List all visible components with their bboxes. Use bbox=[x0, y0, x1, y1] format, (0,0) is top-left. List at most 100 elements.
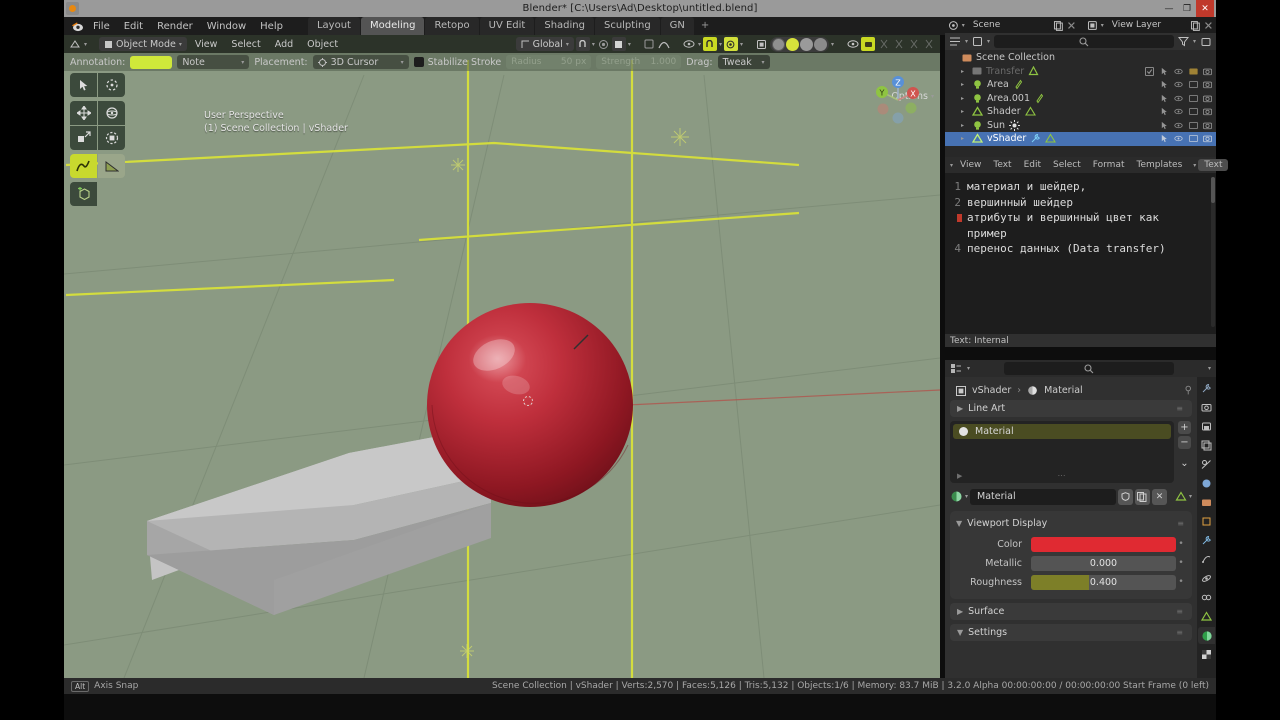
hide-eye-icon[interactable] bbox=[1174, 94, 1183, 103]
visibility-chevron-icon[interactable]: ▾ bbox=[698, 41, 701, 48]
selectable-cursor-icon[interactable] bbox=[1160, 121, 1169, 130]
scene-tab[interactable] bbox=[1198, 456, 1215, 473]
line-art-panel-header[interactable]: ▶ Line Art ≡ bbox=[950, 400, 1192, 417]
viewport-menu-select[interactable]: Select bbox=[225, 37, 266, 51]
scene-name-field[interactable]: Scene bbox=[967, 18, 1051, 32]
add-material-slot-button[interactable]: + bbox=[1178, 421, 1191, 434]
outliner-row-area-001[interactable]: ▸ Area.001 bbox=[945, 92, 1216, 106]
breadcrumb-object[interactable]: vShader bbox=[972, 385, 1011, 396]
text-editor-type-chevron-icon[interactable]: ▾ bbox=[950, 162, 953, 169]
text-datablock-name[interactable]: Text bbox=[1198, 159, 1229, 171]
annotation-layer-selector[interactable]: Note ▾ bbox=[177, 55, 250, 69]
shading-chevron-icon[interactable]: ▾ bbox=[831, 41, 834, 48]
editor-type-chevron-icon[interactable]: ▾ bbox=[84, 41, 87, 48]
expand-arrow-icon[interactable]: ▸ bbox=[961, 95, 968, 102]
drag-mode-selector[interactable]: Tweak ▾ bbox=[717, 55, 770, 69]
constraints-tab[interactable] bbox=[1198, 589, 1215, 606]
metallic-slider[interactable]: 0.000 bbox=[1031, 555, 1176, 571]
selectable-cursor-icon[interactable] bbox=[1160, 94, 1169, 103]
expand-arrow-icon[interactable]: ▸ bbox=[961, 108, 968, 115]
tool-tab[interactable] bbox=[1198, 380, 1215, 397]
modifier-tab[interactable] bbox=[1198, 532, 1215, 549]
mirror-x-icon[interactable] bbox=[611, 37, 626, 51]
collection-tab[interactable] bbox=[1198, 494, 1215, 511]
menu-help[interactable]: Help bbox=[253, 19, 290, 34]
disable-viewport-icon[interactable] bbox=[1188, 67, 1198, 76]
outliner-filter-chevron-icon[interactable]: ▾ bbox=[1193, 38, 1196, 45]
rendered-shading-icon[interactable] bbox=[813, 37, 827, 51]
text-menu-view[interactable]: View bbox=[955, 159, 986, 171]
disable-viewport-icon[interactable] bbox=[1188, 107, 1198, 116]
new-view-layer-icon[interactable] bbox=[1190, 20, 1201, 31]
close-button[interactable]: ✕ bbox=[1196, 0, 1214, 17]
properties-editor[interactable]: ▾ ▾ vShader › Material ⚲ ▶ Line Art ≡ Ma… bbox=[945, 360, 1216, 678]
disable-render-icon[interactable] bbox=[1203, 134, 1212, 143]
outliner-display-mode-icon[interactable] bbox=[949, 36, 961, 47]
navigation-gizmo[interactable]: Z Y X bbox=[869, 71, 927, 129]
new-scene-icon[interactable] bbox=[1053, 20, 1064, 31]
tweak-tool-button[interactable] bbox=[70, 73, 97, 97]
outliner-filter-id-icon[interactable] bbox=[972, 36, 983, 47]
proportional-edit-icon[interactable] bbox=[597, 37, 610, 51]
maximize-button[interactable]: ❐ bbox=[1178, 0, 1196, 17]
animate-color-icon[interactable]: • bbox=[1176, 539, 1186, 549]
disable-render-icon[interactable] bbox=[1203, 121, 1212, 130]
outliner-search-input[interactable] bbox=[994, 35, 1174, 48]
hide-eye-icon[interactable] bbox=[1174, 134, 1183, 143]
snap-during-transform-icon[interactable] bbox=[702, 37, 717, 51]
solid-shading-icon[interactable] bbox=[785, 37, 799, 51]
menu-file[interactable]: File bbox=[86, 19, 117, 34]
xray-toggle-icon[interactable] bbox=[755, 37, 768, 51]
preview-type-chevron-icon[interactable]: ▾ bbox=[1189, 493, 1192, 500]
vertex-select-icon[interactable] bbox=[877, 37, 890, 51]
snap2-chevron-icon[interactable]: ▾ bbox=[719, 41, 722, 48]
overlays-eye-icon[interactable] bbox=[846, 37, 859, 51]
curve-icon[interactable] bbox=[658, 37, 671, 51]
workspace-tab-sculpting[interactable]: Sculpting bbox=[594, 17, 660, 35]
viewport-menu-add[interactable]: Add bbox=[269, 37, 299, 51]
data-tab[interactable] bbox=[1198, 608, 1215, 625]
settings-panel-header[interactable]: ▼ Settings ≡ bbox=[950, 624, 1192, 641]
visibility-icon[interactable] bbox=[683, 37, 696, 51]
text-menu-edit[interactable]: Edit bbox=[1019, 159, 1046, 171]
duplicate-material-button[interactable] bbox=[1134, 488, 1150, 505]
object-mode-selector[interactable]: Object Mode ▾ bbox=[99, 37, 187, 51]
workspace-tab-layout[interactable]: Layout bbox=[307, 17, 360, 35]
workspace-tab-uv-edit[interactable]: UV Edit bbox=[479, 17, 535, 35]
selectable-cursor-icon[interactable] bbox=[1160, 80, 1169, 89]
render-tab[interactable] bbox=[1198, 399, 1215, 416]
disable-viewport-icon[interactable] bbox=[1188, 134, 1198, 143]
properties-options-chevron-icon[interactable]: ▾ bbox=[1208, 365, 1211, 372]
hide-eye-icon[interactable] bbox=[1174, 121, 1183, 130]
gizmo-toggle-icon[interactable] bbox=[861, 37, 875, 51]
outliner-row-transfer[interactable]: ▸ Transfer bbox=[945, 65, 1216, 79]
strength-field[interactable]: Strength 1.000 bbox=[596, 55, 682, 69]
mirror-chevron-icon[interactable]: ▾ bbox=[628, 41, 631, 48]
fake-user-button[interactable] bbox=[1117, 488, 1133, 505]
text-menu-select[interactable]: Select bbox=[1048, 159, 1086, 171]
material-preview-shading-icon[interactable] bbox=[799, 37, 813, 51]
proportional-editing-toggle[interactable] bbox=[723, 37, 738, 51]
material-slot-item[interactable]: Material bbox=[953, 424, 1171, 439]
outliner-filter-icon[interactable] bbox=[1177, 36, 1189, 47]
viewport-3d[interactable]: ▾ Object Mode ▾ View Select Add Object G… bbox=[64, 35, 940, 678]
text-menu-templates[interactable]: Templates bbox=[1132, 159, 1188, 171]
face-select-icon[interactable] bbox=[907, 37, 920, 51]
workspace-tab-shading[interactable]: Shading bbox=[535, 17, 594, 35]
properties-type-chevron-icon[interactable]: ▾ bbox=[967, 365, 970, 372]
material-slot-list[interactable]: Material ▶ ⋯ bbox=[950, 421, 1174, 483]
color-swatch[interactable] bbox=[1031, 536, 1176, 552]
remove-view-layer-icon[interactable] bbox=[1204, 21, 1213, 30]
resize-grip-icon[interactable]: ⋯ bbox=[1058, 471, 1067, 480]
filter-id-chevron-icon[interactable]: ▾ bbox=[987, 38, 990, 45]
menu-window[interactable]: Window bbox=[200, 19, 253, 34]
shading-mode-group[interactable] bbox=[769, 36, 829, 52]
view-layer-icon[interactable] bbox=[1087, 20, 1098, 31]
disable-render-icon[interactable] bbox=[1203, 94, 1212, 103]
snap-chevron-icon[interactable]: ▾ bbox=[592, 41, 595, 48]
text-menu-format[interactable]: Format bbox=[1088, 159, 1130, 171]
remove-material-slot-button[interactable]: − bbox=[1178, 436, 1191, 449]
workspace-tab-gn[interactable]: GN bbox=[660, 17, 694, 35]
checkbox-icon[interactable] bbox=[1145, 66, 1154, 76]
roughness-slider[interactable]: 0.400 bbox=[1031, 574, 1176, 590]
